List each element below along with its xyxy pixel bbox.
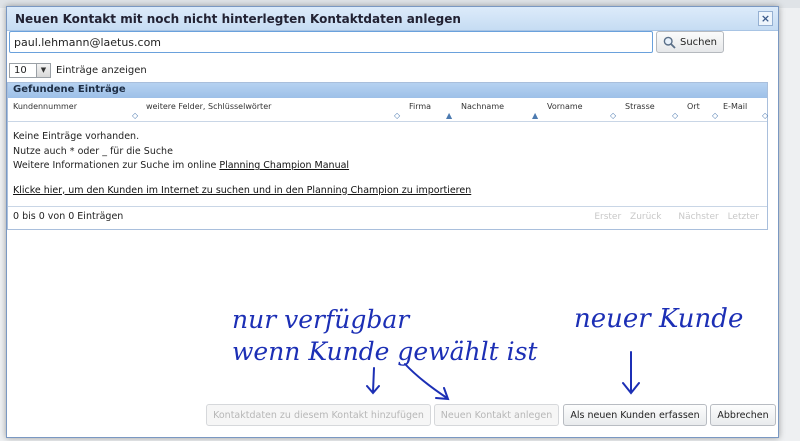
pager-first[interactable]: Erster: [594, 212, 621, 222]
column-vorname[interactable]: Vorname: [547, 102, 583, 111]
manual-info-text: Weitere Informationen zur Suche im onlin…: [13, 160, 220, 171]
pager-next[interactable]: Nächster: [678, 212, 718, 222]
column-firma[interactable]: Firma: [409, 102, 431, 111]
page-size-label: Einträge anzeigen: [56, 65, 147, 76]
import-customer-link[interactable]: Klicke hier, um den Kunden im Internet z…: [13, 184, 762, 199]
manual-info: Weitere Informationen zur Suche im onlin…: [13, 159, 762, 174]
column-ort[interactable]: Ort: [687, 102, 700, 111]
pagination: Erster Zurück Nächster Letzter: [588, 212, 759, 222]
column-strasse[interactable]: Strasse: [625, 102, 655, 111]
manual-link[interactable]: Planning Champion Manual: [219, 160, 349, 171]
sort-both-icon[interactable]: ◇: [132, 112, 138, 120]
dialog-title: Neuen Kontakt mit noch nicht hinterlegte…: [15, 12, 461, 26]
column-email[interactable]: E-Mail: [723, 102, 747, 111]
pager-prev[interactable]: Zurück: [630, 212, 661, 222]
table-body: Keine Einträge vorhanden. Nutze auch * o…: [8, 122, 767, 207]
sort-both-icon[interactable]: ◇: [762, 112, 768, 120]
sort-asc-icon[interactable]: ▲: [446, 112, 452, 120]
search-icon: [663, 36, 676, 49]
table-title: Gefundene Einträge: [8, 83, 767, 98]
sort-both-icon[interactable]: ◇: [394, 112, 400, 120]
sort-asc-icon[interactable]: ▲: [532, 112, 538, 120]
search-hint: Nutze auch * oder _ für die Suche: [13, 145, 173, 157]
dialog-titlebar: Neuen Kontakt mit noch nicht hinterlegte…: [7, 7, 778, 31]
cancel-button[interactable]: Abbrechen: [710, 404, 776, 426]
sort-both-icon[interactable]: ◇: [610, 112, 616, 120]
column-weitere-felder[interactable]: weitere Felder, Schlüsselwörter: [146, 102, 271, 111]
chevron-down-icon[interactable]: ▼: [36, 64, 50, 77]
search-button[interactable]: Suchen: [656, 31, 724, 53]
new-contact-button[interactable]: Neuen Kontakt anlegen: [434, 404, 559, 426]
column-nachname[interactable]: Nachname: [461, 102, 504, 111]
search-button-label: Suchen: [679, 36, 717, 48]
sort-both-icon[interactable]: ◇: [672, 112, 678, 120]
page-size-value: 10: [14, 65, 27, 76]
table-footer: 0 bis 0 von 0 Einträgen Erster Zurück Nä…: [8, 207, 767, 227]
column-kundennummer[interactable]: Kundennummer: [13, 102, 77, 111]
empty-message: Keine Einträge vorhanden.: [13, 131, 140, 142]
results-table: Gefundene Einträge Kundennummer weitere …: [7, 82, 768, 230]
table-info: 0 bis 0 von 0 Einträgen: [13, 211, 124, 222]
page-size-select[interactable]: 10 ▼: [9, 63, 51, 78]
close-icon[interactable]: ×: [758, 11, 773, 26]
sort-both-icon[interactable]: ◇: [712, 112, 718, 120]
pager-last[interactable]: Letzter: [728, 212, 759, 222]
add-contact-data-button[interactable]: Kontaktdaten zu diesem Kontakt hinzufüge…: [206, 404, 431, 426]
new-customer-button[interactable]: Als neuen Kunden erfassen: [563, 404, 707, 426]
column-header-row: Kundennummer weitere Felder, Schlüsselwö…: [8, 98, 768, 122]
search-input[interactable]: [9, 31, 653, 53]
